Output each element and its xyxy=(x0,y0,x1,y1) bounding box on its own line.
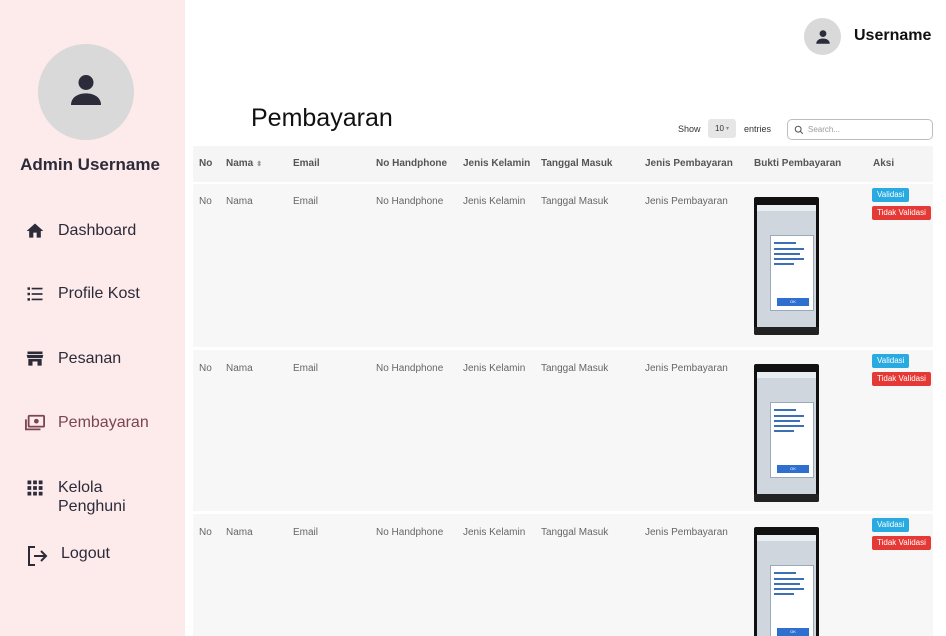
cell-no: No xyxy=(199,363,212,374)
entries-select[interactable]: 10 ▾ xyxy=(708,119,736,138)
cell-jenis-kelamin: Jenis Kelamin xyxy=(463,363,526,374)
table-row: No Nama Email No Handphone Jenis Kelamin… xyxy=(193,513,933,636)
cell-email: Email xyxy=(293,363,319,374)
search-box[interactable] xyxy=(787,119,933,140)
cell-no-handphone: No Handphone xyxy=(376,363,444,374)
sidebar-item-pembayaran[interactable]: Pembayaran xyxy=(24,412,149,434)
home-icon xyxy=(24,220,46,242)
entries-label: entries xyxy=(744,124,772,134)
sidebar-item-label: Dashboard xyxy=(58,222,137,239)
list-icon xyxy=(24,283,46,305)
column-header-bukti-pembayaran[interactable]: Bukti Pembayaran xyxy=(754,158,841,169)
cell-email: Email xyxy=(293,527,319,538)
app-window: Admin Username Dashboard Profile Kost Pe… xyxy=(0,0,946,636)
validasi-button[interactable]: Validasi xyxy=(872,518,910,532)
validasi-button[interactable]: Validasi xyxy=(872,188,910,202)
cell-no-handphone: No Handphone xyxy=(376,527,444,538)
tidak-validasi-button[interactable]: Tidak Validasi xyxy=(872,536,931,550)
payments-table: No Nama ⬍ Email No Handphone Jenis Kelami… xyxy=(193,146,933,636)
sidebar-item-profile-kost[interactable]: Profile Kost xyxy=(24,283,140,305)
column-header-nama[interactable]: Nama ⬍ xyxy=(226,158,262,169)
cell-nama: Nama xyxy=(226,363,253,374)
column-header-nama-label: Nama xyxy=(226,158,254,169)
cell-nama: Nama xyxy=(226,527,253,538)
user-icon xyxy=(71,75,101,105)
cell-tanggal-masuk: Tanggal Masuk xyxy=(541,527,609,538)
column-header-tanggal-masuk[interactable]: Tanggal Masuk xyxy=(541,158,613,169)
table-row: No Nama Email No Handphone Jenis Kelamin… xyxy=(193,349,933,511)
search-input[interactable] xyxy=(808,125,918,134)
cell-tanggal-masuk: Tanggal Masuk xyxy=(541,196,609,207)
cell-email: Email xyxy=(293,196,319,207)
search-icon xyxy=(794,125,804,134)
column-header-email[interactable]: Email xyxy=(293,158,320,169)
sidebar-item-label: Pembayaran xyxy=(58,414,149,431)
payment-proof-image[interactable]: OK xyxy=(754,527,819,636)
payment-proof-image[interactable]: OK xyxy=(754,197,819,335)
sidebar-item-dashboard[interactable]: Dashboard xyxy=(24,220,136,242)
payment-proof-image[interactable]: OK xyxy=(754,364,819,502)
table-header: No Nama ⬍ Email No Handphone Jenis Kelami… xyxy=(193,146,933,182)
cell-nama: Nama xyxy=(226,196,253,207)
user-icon xyxy=(815,29,830,44)
tidak-validasi-button[interactable]: Tidak Validasi xyxy=(872,372,931,386)
sidebar-item-pesanan[interactable]: Pesanan xyxy=(24,348,121,370)
cell-jenis-pembayaran: Jenis Pembayaran xyxy=(645,363,728,374)
sort-icon: ⬍ xyxy=(256,161,263,168)
cell-no: No xyxy=(199,527,212,538)
store-icon xyxy=(24,348,46,370)
column-header-jenis-kelamin[interactable]: Jenis Kelamin xyxy=(463,158,530,169)
admin-name: Admin Username xyxy=(20,155,160,174)
cell-jenis-pembayaran: Jenis Pembayaran xyxy=(645,196,728,207)
grid-icon xyxy=(24,477,46,499)
top-username[interactable]: Username xyxy=(854,27,931,45)
show-label: Show xyxy=(678,124,701,134)
tidak-validasi-button[interactable]: Tidak Validasi xyxy=(872,206,931,220)
table-row: No Nama Email No Handphone Jenis Kelamin… xyxy=(193,183,933,347)
sidebar-item-kelola-penghuni[interactable]: Kelola Penghuni xyxy=(24,477,148,516)
sidebar-item-label: Pesanan xyxy=(58,350,122,367)
cell-jenis-kelamin: Jenis Kelamin xyxy=(463,196,526,207)
sidebar-item-logout[interactable]: Logout xyxy=(24,543,110,569)
entries-value: 10 xyxy=(715,124,724,133)
sidebar-item-label: Logout xyxy=(61,545,110,562)
cell-jenis-pembayaran: Jenis Pembayaran xyxy=(645,527,728,538)
column-header-no-handphone[interactable]: No Handphone xyxy=(376,158,447,169)
sidebar-item-label: Kelola Penghuni xyxy=(58,479,126,515)
validasi-button[interactable]: Validasi xyxy=(872,354,910,368)
payment-icon xyxy=(24,412,46,434)
cell-tanggal-masuk: Tanggal Masuk xyxy=(541,363,609,374)
column-header-no[interactable]: No xyxy=(199,158,212,169)
cell-no-handphone: No Handphone xyxy=(376,196,444,207)
logout-icon xyxy=(24,543,50,569)
sidebar: Admin Username Dashboard Profile Kost Pe… xyxy=(0,0,185,636)
admin-avatar[interactable] xyxy=(38,44,134,140)
sidebar-item-label: Profile Kost xyxy=(58,285,140,302)
page-title: Pembayaran xyxy=(251,104,393,132)
cell-no: No xyxy=(199,196,212,207)
column-header-aksi: Aksi xyxy=(873,158,895,169)
user-avatar[interactable] xyxy=(804,18,841,55)
chevron-down-icon: ▾ xyxy=(725,126,729,132)
column-header-jenis-pembayaran[interactable]: Jenis Pembayaran xyxy=(645,158,733,169)
cell-jenis-kelamin: Jenis Kelamin xyxy=(463,527,526,538)
